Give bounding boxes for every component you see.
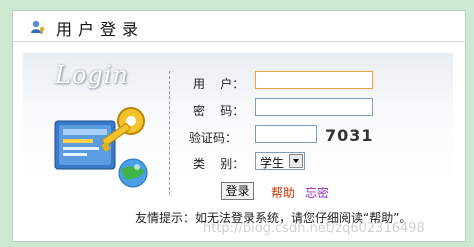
captcha-field[interactable] (255, 125, 317, 143)
login-window: 用户登录 Login 用 户： 密 码： 验证码： 7031 类 别： 学生 登… (12, 10, 466, 242)
category-select[interactable]: 学生 (255, 152, 305, 170)
key-card-illustration (54, 107, 148, 188)
username-label: 用 户： (193, 77, 245, 91)
forgot-password-link[interactable]: 忘密 (305, 184, 329, 201)
login-logo-text: Login (55, 61, 129, 89)
captcha-code[interactable]: 7031 (325, 126, 374, 145)
globe-image (118, 158, 148, 188)
watermark-text: http://blog.csdn.net/zq602316498 (203, 221, 425, 236)
chevron-down-icon[interactable] (289, 154, 303, 168)
password-label: 密 码： (193, 104, 245, 118)
user-key-icon (30, 19, 46, 35)
page-title: 用户登录 (56, 20, 145, 39)
username-field[interactable] (255, 71, 373, 89)
title-bar: 用户登录 (13, 11, 465, 42)
login-button[interactable]: 登录 (221, 182, 254, 200)
category-selected-value: 学生 (260, 156, 285, 170)
captcha-label: 验证码： (189, 131, 238, 145)
password-field[interactable] (255, 98, 373, 116)
vertical-divider (169, 71, 170, 195)
category-label: 类 别： (193, 157, 245, 171)
help-link[interactable]: 帮助 (271, 184, 295, 201)
login-panel: Login 用 户： 密 码： 验证码： 7031 类 别： 学生 登录 帮助 … (23, 53, 453, 203)
